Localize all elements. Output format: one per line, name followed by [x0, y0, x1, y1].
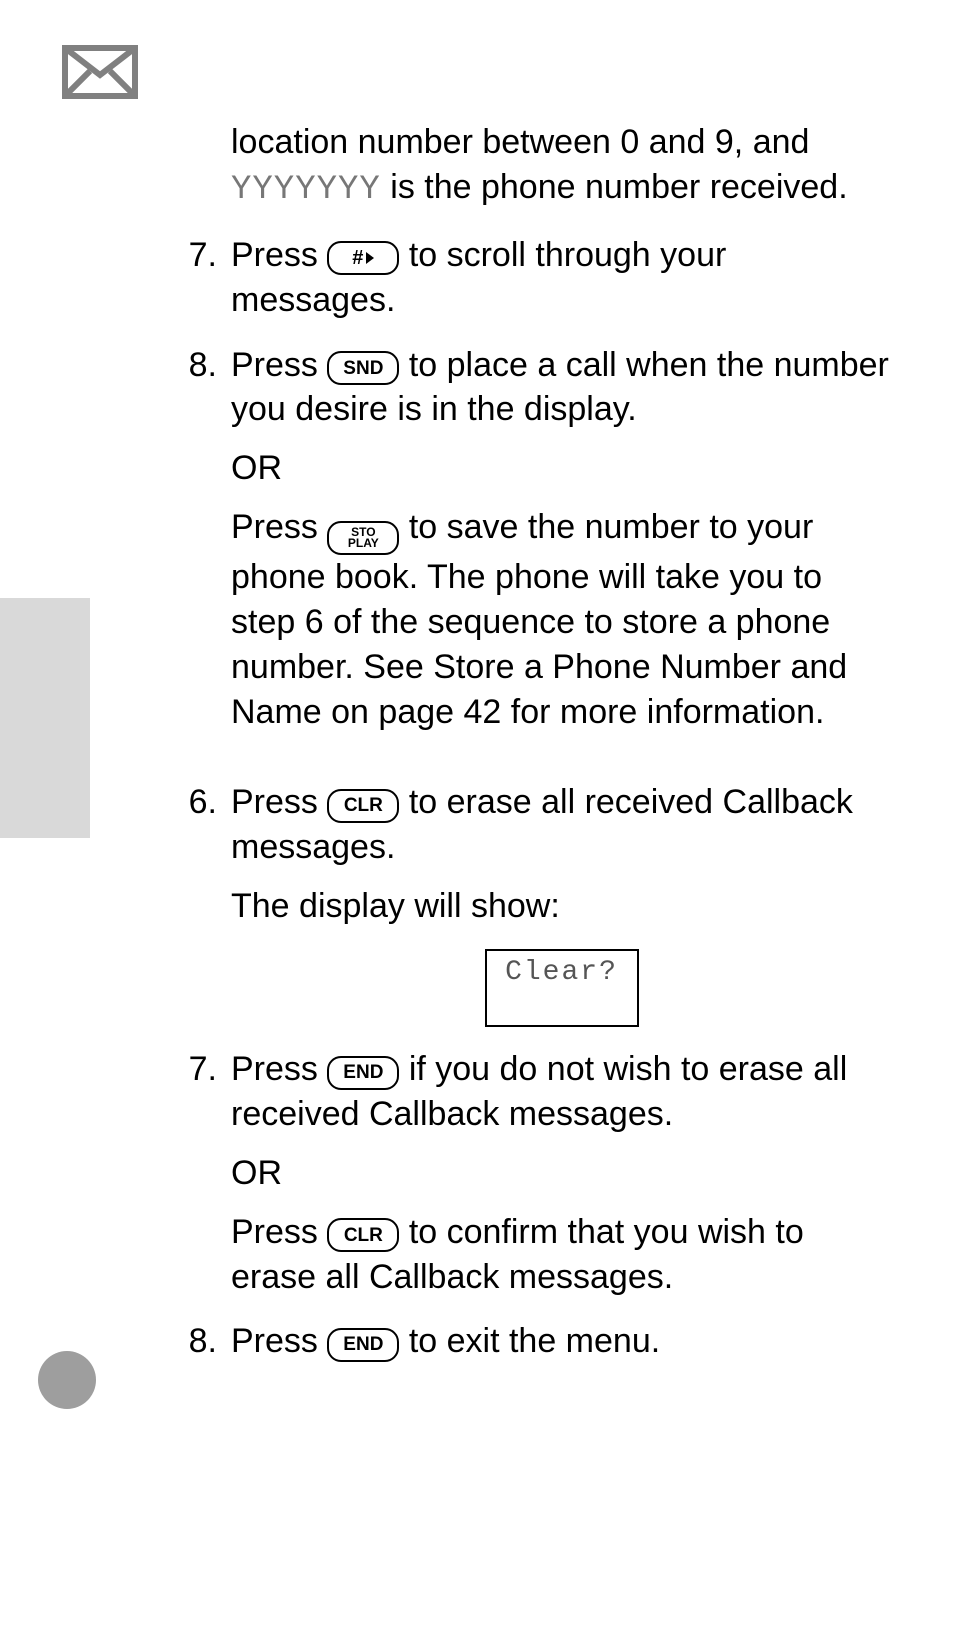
end-key-icon: END — [327, 1328, 399, 1362]
step-8-exit: 8. Press END to exit the menu. — [157, 1319, 892, 1378]
text: to exit the menu. — [409, 1322, 660, 1360]
sto-play-key-icon: STOPLAY — [327, 521, 399, 555]
step-number: 6. — [157, 780, 231, 1041]
step-7-confirm: 7. Press END if you do not wish to erase… — [157, 1047, 892, 1313]
text: Press — [231, 783, 327, 821]
display-text: Clear? — [487, 951, 637, 992]
text: location number between 0 and 9, and — [231, 123, 809, 161]
manual-page: location number between 0 and 9, and YYY… — [0, 0, 954, 1636]
text: Press — [231, 508, 327, 546]
step-number: 7. — [157, 233, 231, 337]
step-intro: location number between 0 and 9, and YYY… — [157, 120, 892, 227]
step-6-erase: 6. Press CLR to erase all received Callb… — [157, 780, 892, 1041]
text: The display will show: — [231, 884, 892, 929]
side-tab — [0, 598, 90, 838]
text: Press — [231, 346, 327, 384]
end-key-icon: END — [327, 1056, 399, 1090]
text: is the phone number received. — [381, 168, 848, 206]
placeholder-text: YYYYYYY — [231, 171, 381, 209]
snd-key-icon: SND — [327, 351, 399, 385]
text: Press — [231, 1050, 327, 1088]
step-number: 7. — [157, 1047, 231, 1313]
clr-key-icon: CLR — [327, 789, 399, 823]
text: Press — [231, 1322, 327, 1360]
step-8-call-or-store: 8. Press SND to place a call when the nu… — [157, 343, 892, 749]
or-text: OR — [231, 446, 892, 491]
step-7-scroll: 7. Press # to scroll through your messag… — [157, 233, 892, 337]
text: Press — [231, 236, 327, 274]
step-number: 8. — [157, 343, 231, 749]
page-marker-dot — [38, 1351, 96, 1409]
or-text: OR — [231, 1151, 892, 1196]
hash-key-icon: # — [327, 241, 399, 275]
envelope-icon — [62, 45, 138, 104]
text: Press — [231, 1213, 327, 1251]
display-screen: Clear? — [485, 949, 639, 1027]
instruction-content: location number between 0 and 9, and YYY… — [157, 120, 892, 1384]
clr-key-icon: CLR — [327, 1218, 399, 1252]
step-number: 8. — [157, 1319, 231, 1378]
